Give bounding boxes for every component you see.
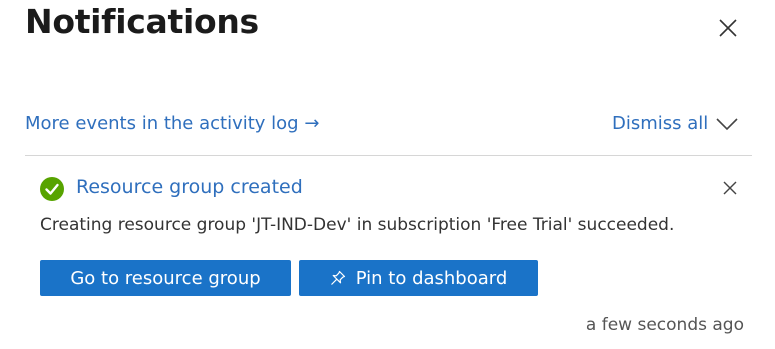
notification-timestamp: a few seconds ago xyxy=(585,315,744,335)
close-panel-button[interactable] xyxy=(714,14,742,42)
dismiss-notification-button[interactable] xyxy=(720,178,740,198)
dismiss-all-link[interactable]: Dismiss all xyxy=(612,113,708,134)
notifications-panel: Notifications More events in the activit… xyxy=(0,0,775,349)
panel-title: Notifications xyxy=(25,2,259,41)
check-circle-icon xyxy=(40,177,64,201)
activity-log-link[interactable]: More events in the activity log → xyxy=(25,113,319,134)
pin-to-dashboard-button[interactable]: Pin to dashboard xyxy=(299,260,538,296)
notification-title[interactable]: Resource group created xyxy=(76,176,303,198)
expand-button[interactable] xyxy=(714,114,740,134)
pin-icon xyxy=(330,270,345,285)
chevron-down-icon xyxy=(716,118,738,131)
divider xyxy=(25,155,752,156)
go-to-resource-group-label: Go to resource group xyxy=(70,267,261,289)
close-icon xyxy=(719,19,737,37)
pin-to-dashboard-label: Pin to dashboard xyxy=(355,267,508,289)
go-to-resource-group-button[interactable]: Go to resource group xyxy=(40,260,291,296)
notification-message: Creating resource group 'JT-IND-Dev' in … xyxy=(40,215,675,235)
close-icon xyxy=(723,181,737,195)
